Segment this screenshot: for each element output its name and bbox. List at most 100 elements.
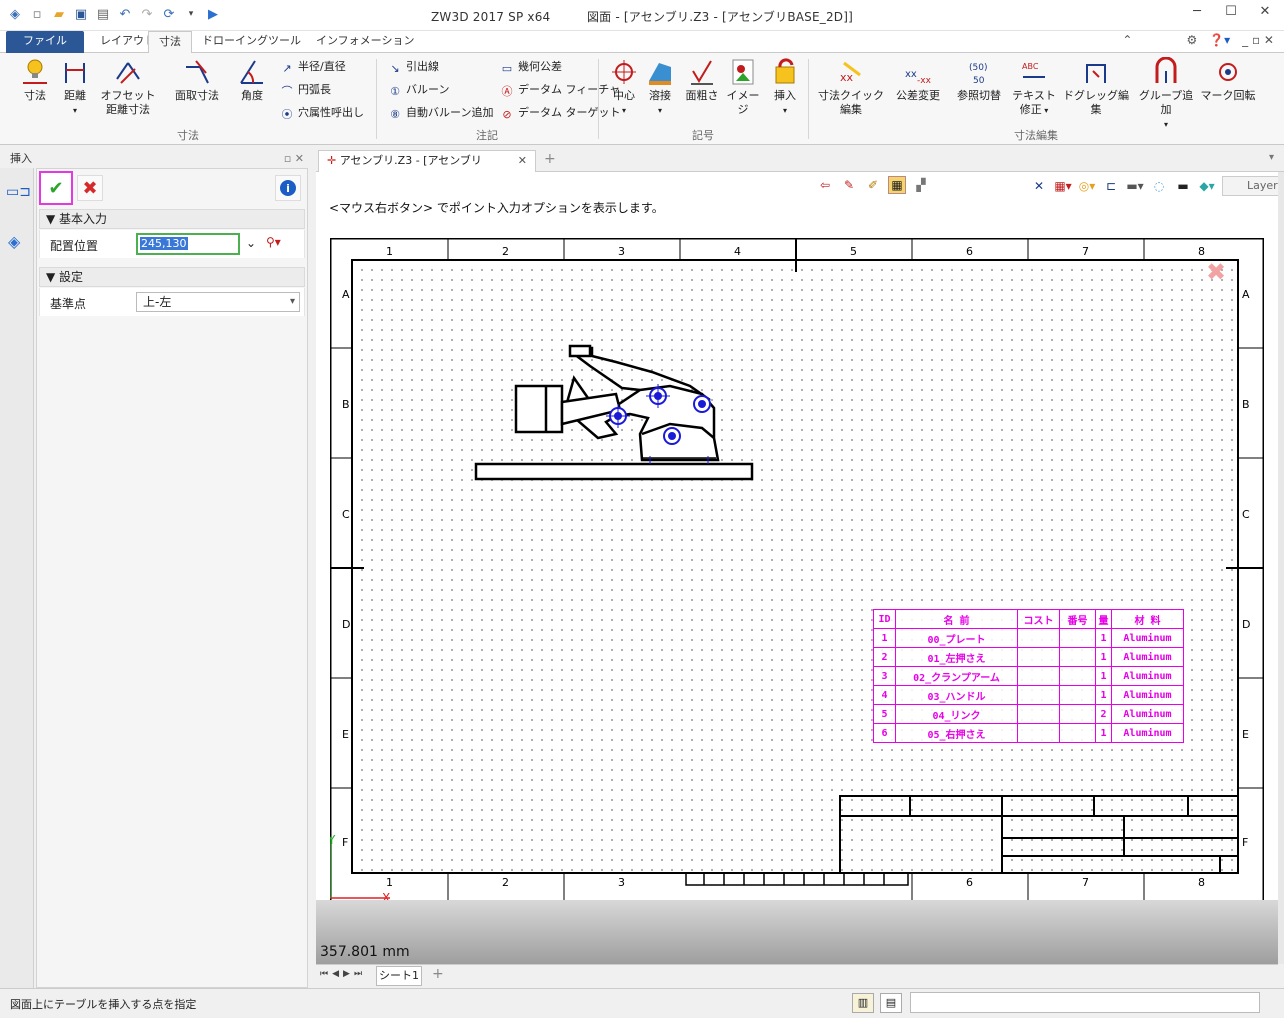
sheet-tabs: ⏮◀▶⏭ シート1 + [316, 964, 1278, 986]
canvas-scrollbar[interactable] [1278, 172, 1284, 964]
bom-cell: Aluminum [1111, 647, 1184, 667]
view-mode-icon[interactable]: ◈ [8, 232, 20, 251]
status-input[interactable] [910, 992, 1260, 1013]
tab-tools[interactable]: ツール [258, 31, 311, 53]
restore-icon[interactable]: _ ▫ ✕ [1242, 33, 1274, 47]
bom-cell: 1 [1095, 628, 1112, 648]
dimension-button[interactable]: 寸法 [16, 57, 54, 103]
expand-icon[interactable]: ⌄ [246, 236, 256, 250]
col-label: 1 [386, 245, 393, 258]
tab-close-icon[interactable]: ✕ [518, 151, 527, 171]
angle-button[interactable]: 角度 [234, 57, 270, 103]
brush-icon[interactable]: ✐ [864, 176, 882, 194]
pick-point-icon[interactable]: ⚲▾ [266, 235, 281, 249]
bom-cell: 5 [873, 704, 896, 724]
tab-dimension[interactable]: 寸法 [148, 31, 192, 54]
center-mark-button[interactable]: 中心 ▾ [606, 57, 642, 118]
dimension-view-icon[interactable]: ⊏ [1102, 177, 1120, 195]
col-label: 3 [618, 876, 625, 889]
dogleg-edit-button[interactable]: ドグレッグ編集 [1060, 57, 1132, 117]
new-tab-icon[interactable]: + [544, 151, 556, 167]
text-modify-button[interactable]: ABC テキスト修正 ▾ [1012, 57, 1056, 118]
tab-information[interactable]: インフォメーション [306, 31, 424, 53]
geometric-tolerance-icon: ▭ [501, 62, 513, 75]
datum-feature-icon: Ⓐ [501, 85, 513, 98]
reference-toggle-button[interactable]: (50) 50 参照切替 [950, 57, 1008, 103]
line-style-icon[interactable]: ▬ [1174, 177, 1192, 195]
group-add-button[interactable]: グループ追加 ▾ [1134, 57, 1198, 132]
shade-icon[interactable]: ▬▾ [1126, 177, 1144, 195]
window-controls: ─ ☐ ✕ [1186, 4, 1276, 19]
section-basic-input[interactable]: ▼ 基本入力 [39, 209, 305, 229]
radius-diameter-button[interactable]: ↗ 半径/直径 [280, 60, 345, 75]
layer-select[interactable]: Layer0000 [1222, 176, 1284, 196]
snap-icon[interactable]: ✕ [1030, 177, 1048, 195]
close-icon[interactable]: ✕ [1254, 4, 1276, 19]
bom-cell: 2 [873, 647, 896, 667]
auto-balloon-button[interactable]: ⑧ 自動バルーン追加 [388, 106, 493, 121]
tolerance-change-button[interactable]: xx -xx 公差変更 [890, 57, 946, 103]
col-label: 8 [1198, 245, 1205, 258]
document-tab[interactable]: ✛ アセンブリ.Z3 - [アセンブリBASE_2D] ✕ [318, 150, 536, 187]
hole-callout-button[interactable]: ⦿ 穴属性呼出し [280, 106, 365, 121]
drawing-sheet[interactable]: 1 2 3 4 5 6 7 8 1 2 3 6 7 8 A B C D E F … [330, 238, 1264, 902]
cancel-button[interactable]: ✖ [77, 175, 103, 201]
geometric-tolerance-button[interactable]: ▭ 幾何公差 [500, 60, 562, 75]
mark-rotate-button[interactable]: マーク回転 [1200, 57, 1256, 103]
leader-button[interactable]: ↘ 引出線 [388, 60, 439, 75]
insert-mode-icon[interactable]: ▭⊐ [6, 184, 31, 200]
sheet-nav-icons[interactable]: ⏮◀▶⏭ [320, 969, 366, 979]
section-settings[interactable]: ▼ 設定 [39, 267, 305, 287]
bom-cell [1017, 666, 1060, 686]
panel-close-icon[interactable]: ▫ ✕ [284, 150, 304, 168]
file-menu[interactable]: ファイル(F) [6, 31, 84, 67]
offset-distance-button[interactable]: オフセット距離寸法 [96, 57, 160, 117]
sheet-tab[interactable]: シート1 [376, 966, 422, 986]
weld-button[interactable]: 溶接 ▾ [642, 57, 678, 118]
tab-list-icon[interactable]: ▾ [1269, 152, 1274, 163]
col-label: 3 [618, 245, 625, 258]
status-toggle-icon[interactable]: ▥ [852, 993, 874, 1013]
ok-button[interactable]: ✔ [39, 171, 73, 205]
filter-options-icon[interactable]: ▞ [912, 176, 930, 194]
grid-icon[interactable]: ▦▾ [1054, 177, 1072, 195]
view-style-icon[interactable]: ◎▾ [1078, 177, 1096, 195]
row-label: D [342, 618, 350, 631]
bom-table[interactable]: ID 名 前 コスト 番号 量 材 料 1 00_プレート 1 Aluminum 2 01… [873, 609, 1184, 743]
info-button[interactable]: i [275, 175, 301, 201]
chamfer-dimension-button[interactable]: 面取寸法 [166, 57, 228, 103]
bom-cell: 1 [1095, 685, 1112, 705]
help-icon[interactable]: ❓▾ [1209, 33, 1230, 47]
image-button[interactable]: イメージ [724, 57, 762, 117]
layer-color-icon[interactable]: ◆▾ [1198, 177, 1216, 195]
maximize-icon[interactable]: ☐ [1220, 4, 1242, 19]
gear-icon[interactable]: ⚙ [1186, 33, 1197, 47]
minimize-icon[interactable]: ─ [1186, 4, 1208, 19]
bom-cell [1059, 723, 1096, 743]
balloon-button[interactable]: ① バルーン [388, 83, 449, 98]
quick-dimension-edit-button[interactable]: xx 寸法クイック編集 [816, 57, 886, 117]
filter-icon[interactable]: ▦ [888, 176, 906, 194]
datum-feature-button[interactable]: Ⓐ データム フィーチャ [500, 83, 621, 98]
bom-cell [1059, 666, 1096, 686]
add-sheet-icon[interactable]: + [432, 966, 444, 982]
distance-button[interactable]: 距離 ▾ [58, 57, 92, 118]
reference-point-select[interactable]: 上-左 [136, 292, 300, 312]
svg-text:ABC: ABC [1022, 62, 1039, 71]
datum-target-button[interactable]: ⊘ データム ターゲット [500, 106, 620, 121]
surface-roughness-button[interactable]: 面粗さ [682, 57, 722, 103]
chamfer-dimension-icon [186, 60, 209, 84]
exit-icon[interactable]: ⇦ [816, 176, 834, 194]
dotted-circle-icon[interactable]: ◌ [1150, 177, 1168, 195]
row-label: E [342, 728, 349, 741]
ghost-cross-icon: ✖ [1206, 258, 1226, 286]
status-list-icon[interactable]: ▤ [880, 993, 902, 1013]
drawing-canvas[interactable]: ⇦ ✎ ✐ ▦ ▞ ✕ ▦▾ ◎▾ ⊏ ▬▾ ◌ ▬ ◆▾ Layer0000 … [316, 172, 1284, 964]
eraser-icon[interactable]: ✎ [840, 176, 858, 194]
bom-cell: Aluminum [1111, 704, 1184, 724]
insert-symbol-button[interactable]: 挿入 ▾ [766, 57, 804, 118]
placement-input[interactable]: 245,130 [136, 233, 240, 255]
distance-icon [65, 63, 85, 83]
collapse-ribbon-icon[interactable]: ⌃ [1122, 33, 1132, 47]
arc-length-button[interactable]: ⌒ 円弧長 [280, 83, 332, 98]
